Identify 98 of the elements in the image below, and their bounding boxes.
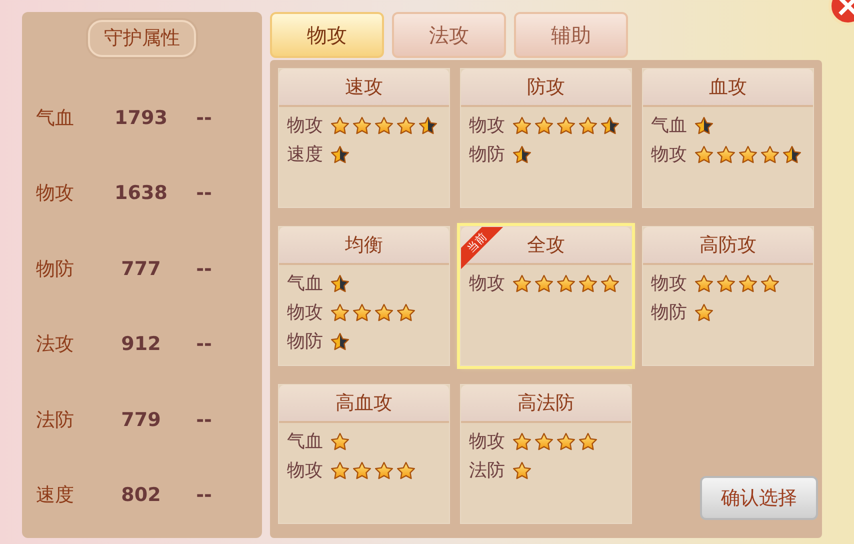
star-icon: [534, 116, 554, 136]
star-icon: [578, 274, 598, 294]
preset-card[interactable]: 防攻 物攻 物防: [460, 68, 632, 208]
stat-label: 物攻: [469, 114, 505, 138]
preset-card[interactable]: 血攻 气血 物攻: [642, 68, 814, 208]
attribute-change: --: [195, 332, 213, 357]
star-icon: [578, 116, 598, 136]
attribute-value: 779: [120, 408, 162, 432]
star-icon: [694, 144, 714, 164]
attribute-label: 物防: [36, 256, 75, 282]
star-icon: [374, 302, 394, 322]
attribute-value: 777: [120, 256, 162, 282]
star-icon: [556, 116, 576, 136]
star-icon: [396, 302, 416, 322]
attribute-value: 1793: [114, 106, 168, 130]
star-icon: [330, 116, 350, 136]
tab[interactable]: 物攻: [270, 12, 384, 58]
preset-card[interactable]: 高防攻 物攻 物防: [642, 226, 814, 366]
star-icon: [694, 302, 714, 322]
attribute-change: --: [195, 256, 213, 282]
attribute-label: 速度: [36, 483, 75, 508]
star-icon: [352, 302, 372, 322]
stat-label: 物攻: [287, 301, 323, 325]
star-icon: [760, 274, 780, 294]
preset-card[interactable]: 均衡 气血 物攻 物防: [278, 226, 450, 366]
attribute-change: --: [195, 106, 213, 130]
preset-card[interactable]: 全攻 当前 物攻: [460, 226, 632, 366]
attribute-label: 物攻: [36, 181, 75, 206]
card-title: 均衡: [279, 227, 449, 265]
stat-label: 物防: [651, 301, 687, 325]
star-icon: [330, 460, 350, 480]
star-icon: [738, 144, 758, 164]
half-star-icon: [782, 144, 802, 164]
card-title: 血攻: [643, 69, 813, 107]
attribute-value: 1638: [114, 181, 168, 206]
star-icon: [556, 274, 576, 294]
star-icon: [512, 460, 532, 480]
attribute-value: 912: [120, 332, 162, 357]
half-star-icon: [330, 274, 350, 294]
card-title: 高防攻: [643, 227, 813, 265]
attribute-value: 802: [120, 483, 162, 508]
star-icon: [556, 432, 576, 452]
star-icon: [396, 116, 416, 136]
half-star-icon: [512, 144, 532, 164]
preset-card[interactable]: 速攻 物攻 速度: [278, 68, 450, 208]
star-icon: [374, 460, 394, 480]
card-title: 速攻: [279, 69, 449, 107]
star-icon: [352, 460, 372, 480]
star-icon: [534, 274, 554, 294]
stat-label: 物防: [287, 330, 323, 354]
stat-label: 物攻: [469, 272, 505, 296]
stat-label: 物攻: [287, 459, 323, 483]
card-title: 高法防: [461, 385, 631, 423]
preset-card[interactable]: 高血攻 气血 物攻: [278, 384, 450, 524]
panel-title: 守护属性: [88, 20, 196, 56]
preset-card[interactable]: 高法防 物攻 法防: [460, 384, 632, 524]
attribute-change: --: [195, 408, 213, 432]
half-star-icon: [694, 116, 714, 136]
stat-label: 法防: [469, 459, 505, 483]
star-icon: [760, 144, 780, 164]
attribute-change: --: [195, 181, 213, 206]
star-icon: [330, 432, 350, 452]
half-star-icon: [600, 116, 620, 136]
attribute-change: --: [195, 483, 213, 508]
star-icon: [716, 274, 736, 294]
stat-label: 速度: [287, 143, 323, 167]
star-icon: [600, 274, 620, 294]
star-icon: [512, 432, 532, 452]
stat-label: 物攻: [651, 143, 687, 167]
attribute-label: 气血: [36, 106, 75, 130]
half-star-icon: [418, 116, 438, 136]
star-icon: [716, 144, 736, 164]
stat-label: 物攻: [287, 114, 323, 138]
tab[interactable]: 法攻: [392, 12, 506, 58]
half-star-icon: [330, 144, 350, 164]
half-star-icon: [330, 332, 350, 352]
star-icon: [578, 432, 598, 452]
star-icon: [738, 274, 758, 294]
stat-label: 气血: [287, 430, 323, 454]
star-icon: [512, 274, 532, 294]
stat-label: 气血: [651, 114, 687, 138]
tab[interactable]: 辅助: [514, 12, 628, 58]
card-title: 高血攻: [279, 385, 449, 423]
star-icon: [512, 116, 532, 136]
star-icon: [534, 432, 554, 452]
attribute-label: 法防: [36, 408, 75, 432]
stat-label: 气血: [287, 272, 323, 296]
confirm-button[interactable]: 确认选择: [700, 476, 818, 520]
star-icon: [352, 116, 372, 136]
star-icon: [330, 302, 350, 322]
star-icon: [396, 460, 416, 480]
star-icon: [694, 274, 714, 294]
attribute-label: 法攻: [36, 332, 75, 357]
card-title: 防攻: [461, 69, 631, 107]
stat-label: 物防: [469, 143, 505, 167]
stat-label: 物攻: [651, 272, 687, 296]
star-icon: [374, 116, 394, 136]
stat-label: 物攻: [469, 430, 505, 454]
